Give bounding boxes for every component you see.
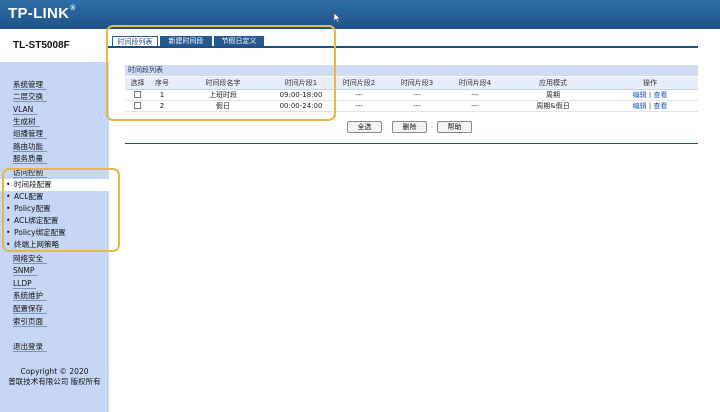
sidebar-item-spanning-tree[interactable]: 生成树 xyxy=(13,116,40,127)
mouse-pointer-icon xyxy=(334,13,340,23)
col-slot3: 时间片段3 xyxy=(388,77,446,90)
row-slot4: --- xyxy=(446,89,504,101)
row-name: 上班时段 xyxy=(174,89,272,101)
sidebar-item-multicast[interactable]: 组播管理 xyxy=(13,128,47,139)
sidebar-sub-policy-config[interactable]: • Policy配置 xyxy=(6,203,51,215)
col-slot2: 时间片段2 xyxy=(330,77,388,90)
row-slot2: --- xyxy=(330,89,388,101)
sidebar-sub-terminal-policy[interactable]: • 终端上网策略 xyxy=(6,239,59,251)
sidebar-item-lldp[interactable]: LLDP xyxy=(13,278,36,289)
sidebar-item-index[interactable]: 索引页面 xyxy=(13,316,47,327)
row-slot3: --- xyxy=(388,89,446,101)
select-all-button[interactable]: 全选 xyxy=(347,121,382,133)
time-range-table: 选择 序号 时间段名字 时间片段1 时间片段2 时间片段3 时间片段4 应用模式… xyxy=(125,77,698,112)
sidebar-sub-acl-binding[interactable]: • ACL绑定配置 xyxy=(6,215,58,227)
row-checkbox[interactable] xyxy=(134,102,141,109)
col-slot4: 时间片段4 xyxy=(446,77,504,90)
device-model: TL-ST5008F xyxy=(13,40,70,51)
table-header-row: 选择 序号 时间段名字 时间片段1 时间片段2 时间片段3 时间片段4 应用模式… xyxy=(125,77,698,90)
sidebar-sub-acl-config[interactable]: • ACL配置 xyxy=(6,191,43,203)
sidebar-sub-policy-binding[interactable]: • Policy绑定配置 xyxy=(6,227,66,239)
sidebar-item-network-security[interactable]: 网络安全 xyxy=(13,253,47,264)
sidebar-item-save-config[interactable]: 配置保存 xyxy=(13,303,47,314)
view-link[interactable]: 查看 xyxy=(653,102,667,110)
model-box: TL-ST5008F xyxy=(0,29,109,62)
col-mode: 应用模式 xyxy=(504,77,602,90)
sidebar-sub-time-range[interactable]: • 时间段配置 xyxy=(0,179,109,191)
row-slot4: --- xyxy=(446,100,504,112)
tp-link-logo: TP-LINK® xyxy=(8,5,76,22)
row-slot1: 00:00-24:00 xyxy=(272,100,330,112)
top-header: TP-LINK® xyxy=(0,0,720,29)
tab-underline xyxy=(108,46,698,48)
table-row: 1 上班时段 09:00-18:00 --- --- --- 周期 编辑 | 查… xyxy=(125,89,698,101)
col-index: 序号 xyxy=(150,77,174,90)
sidebar-item-qos[interactable]: 服务质量 xyxy=(13,153,47,164)
help-button[interactable]: 帮助 xyxy=(437,121,472,133)
logout-link[interactable]: 退出登录 xyxy=(13,341,47,352)
row-slot1: 09:00-18:00 xyxy=(272,89,330,101)
action-separator: | xyxy=(648,101,652,110)
edit-link[interactable]: 编辑 xyxy=(633,102,647,110)
row-name: 假日 xyxy=(174,100,272,112)
col-actions: 操作 xyxy=(602,77,698,90)
copyright: Copyright © 2020 普联技术有限公司 版权所有 xyxy=(8,367,101,386)
row-mode: 周期&假日 xyxy=(504,100,602,112)
sidebar-item-routing[interactable]: 路由功能 xyxy=(13,141,47,152)
action-separator: | xyxy=(648,90,652,99)
sidebar-item-access-control[interactable]: 访问控制 xyxy=(13,167,47,178)
row-mode: 周期 xyxy=(504,89,602,101)
sidebar-item-l2-switching[interactable]: 二层交换 xyxy=(13,91,47,102)
row-index: 2 xyxy=(150,100,174,112)
sidebar-item-snmp[interactable]: SNMP xyxy=(13,265,39,276)
row-slot2: --- xyxy=(330,100,388,112)
table-row: 2 假日 00:00-24:00 --- --- --- 周期&假日 编辑 | … xyxy=(125,100,698,112)
sidebar: TL-ST5008F 系统管理 二层交换 VLAN 生成树 组播管理 路由功能 … xyxy=(0,29,109,412)
row-index: 1 xyxy=(150,89,174,101)
sidebar-item-vlan[interactable]: VLAN xyxy=(13,104,38,115)
content-divider xyxy=(125,143,698,144)
col-name: 时间段名字 xyxy=(174,77,272,90)
col-slot1: 时间片段1 xyxy=(272,77,330,90)
row-checkbox[interactable] xyxy=(134,91,141,98)
edit-link[interactable]: 编辑 xyxy=(633,91,647,99)
sidebar-item-system[interactable]: 系统管理 xyxy=(13,79,47,90)
col-select: 选择 xyxy=(125,77,150,90)
delete-button[interactable]: 删除 xyxy=(392,121,427,133)
sidebar-item-maintenance[interactable]: 系统维护 xyxy=(13,290,47,301)
section-title: 时间段列表 xyxy=(125,65,698,76)
view-link[interactable]: 查看 xyxy=(653,91,667,99)
row-slot3: --- xyxy=(388,100,446,112)
